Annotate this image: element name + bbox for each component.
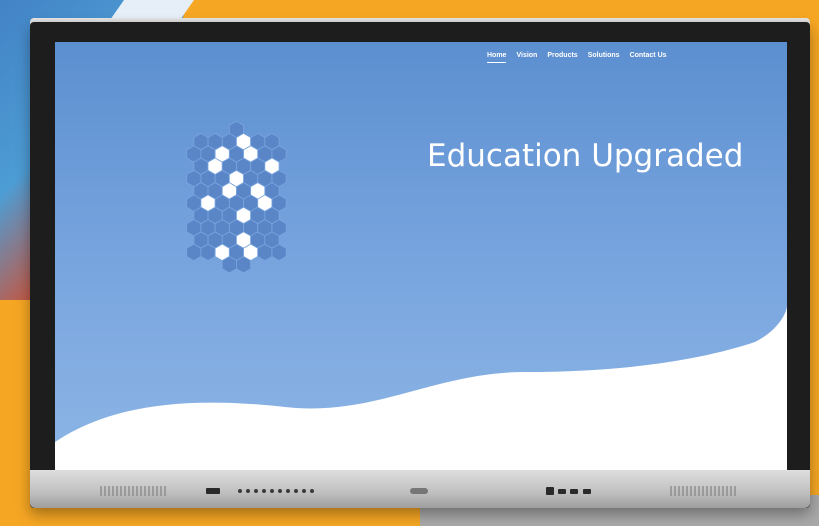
right-speaker-grille (670, 486, 738, 496)
panel-button[interactable] (302, 489, 306, 493)
panel-button[interactable] (246, 489, 250, 493)
logo-hex (200, 243, 216, 262)
logo-hex (271, 243, 287, 262)
logo-hex (257, 243, 273, 262)
brand-logo-icon (410, 488, 428, 494)
panel-button[interactable] (254, 489, 258, 493)
top-navigation: Home Vision Products Solutions Contact U… (487, 52, 667, 63)
nav-vision[interactable]: Vision (516, 52, 537, 63)
nav-solutions[interactable]: Solutions (588, 52, 620, 63)
panel-button[interactable] (270, 489, 274, 493)
usb-port-icon (570, 489, 578, 494)
panel-button[interactable] (286, 489, 290, 493)
logo-hex (236, 255, 252, 274)
nav-contact-us[interactable]: Contact Us (630, 52, 667, 63)
usb-port-icon (583, 489, 591, 494)
usb-port-icon (206, 488, 220, 494)
hdmi-port-icon (546, 487, 554, 495)
left-speaker-grille (100, 486, 168, 496)
panel-button[interactable] (262, 489, 266, 493)
hexagon-cluster-logo-icon (186, 120, 287, 274)
display-screen: Home Vision Products Solutions Contact U… (55, 42, 787, 472)
nav-home[interactable]: Home (487, 52, 507, 63)
hero-title: Education Upgraded (427, 137, 744, 174)
usb-port-icon (558, 489, 566, 494)
panel-button[interactable] (278, 489, 282, 493)
logo-hex (221, 255, 237, 274)
nav-products[interactable]: Products (547, 52, 577, 63)
logo-hex (186, 243, 202, 262)
panel-button[interactable] (310, 489, 314, 493)
panel-button[interactable] (294, 489, 298, 493)
front-panel-buttons (238, 489, 314, 493)
wave-shape (55, 307, 787, 472)
panel-button[interactable] (238, 489, 242, 493)
